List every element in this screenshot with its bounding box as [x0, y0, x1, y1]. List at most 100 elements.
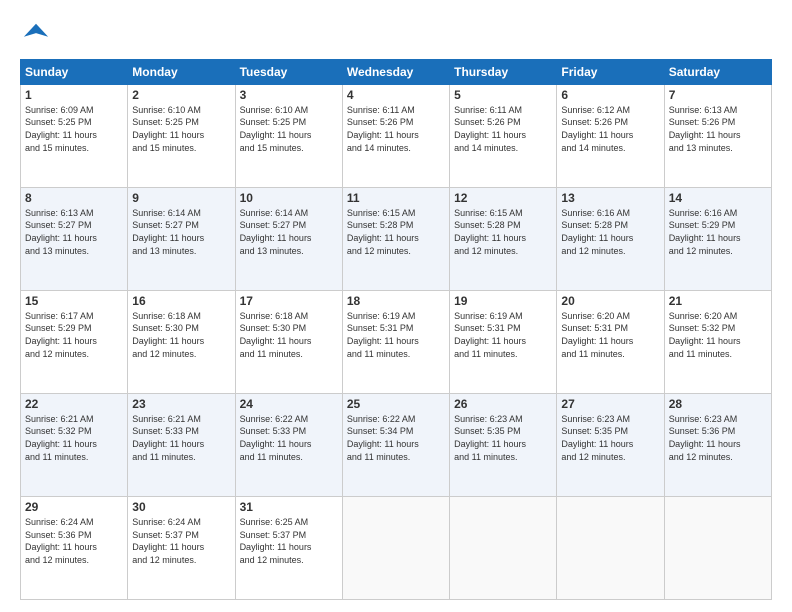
day-info: Sunrise: 6:18 AMSunset: 5:30 PMDaylight:… — [240, 310, 338, 360]
calendar-cell: 5 Sunrise: 6:11 AMSunset: 5:26 PMDaylight… — [450, 84, 557, 187]
day-info: Sunrise: 6:24 AMSunset: 5:37 PMDaylight:… — [132, 516, 230, 566]
day-info: Sunrise: 6:21 AMSunset: 5:32 PMDaylight:… — [25, 413, 123, 463]
calendar-cell: 2 Sunrise: 6:10 AMSunset: 5:25 PMDaylight… — [128, 84, 235, 187]
day-number: 23 — [132, 397, 230, 411]
calendar-cell: 7 Sunrise: 6:13 AMSunset: 5:26 PMDaylight… — [664, 84, 771, 187]
calendar-cell: 13Sunrise: 6:16 AMSunset: 5:28 PMDayligh… — [557, 187, 664, 290]
day-info: Sunrise: 6:16 AMSunset: 5:29 PMDaylight:… — [669, 207, 767, 257]
calendar-cell: 26 Sunrise: 6:23 AMSunset: 5:35 PMDayligh… — [450, 393, 557, 496]
day-number: 9 — [132, 191, 230, 205]
logo-bird-icon — [22, 20, 50, 48]
day-info: Sunrise: 6:17 AMSunset: 5:29 PMDaylight:… — [25, 310, 123, 360]
day-number: 12 — [454, 191, 552, 205]
calendar-day-header: Wednesday — [342, 59, 449, 84]
day-number: 31 — [240, 500, 338, 514]
calendar-cell: 24Sunrise: 6:22 AMSunset: 5:33 PMDayligh… — [235, 393, 342, 496]
day-number: 14 — [669, 191, 767, 205]
day-info: Sunrise: 6:23 AMSunset: 5:35 PMDaylight:… — [561, 413, 659, 463]
calendar-cell: 23Sunrise: 6:21 AMSunset: 5:33 PMDayligh… — [128, 393, 235, 496]
calendar-cell: 27 Sunrise: 6:23 AMSunset: 5:35 PMDayligh… — [557, 393, 664, 496]
calendar-header-row: SundayMondayTuesdayWednesdayThursdayFrid… — [21, 59, 772, 84]
day-info: Sunrise: 6:24 AMSunset: 5:36 PMDaylight:… — [25, 516, 123, 566]
calendar-cell: 1 Sunrise: 6:09 AMSunset: 5:25 PMDaylight… — [21, 84, 128, 187]
day-number: 10 — [240, 191, 338, 205]
day-number: 16 — [132, 294, 230, 308]
day-info: Sunrise: 6:20 AMSunset: 5:32 PMDaylight:… — [669, 310, 767, 360]
calendar-cell: 19 Sunrise: 6:19 AMSunset: 5:31 PMDayligh… — [450, 290, 557, 393]
day-info: Sunrise: 6:25 AMSunset: 5:37 PMDaylight:… — [240, 516, 338, 566]
calendar-day-header: Tuesday — [235, 59, 342, 84]
day-info: Sunrise: 6:13 AMSunset: 5:27 PMDaylight:… — [25, 207, 123, 257]
day-info: Sunrise: 6:14 AMSunset: 5:27 PMDaylight:… — [240, 207, 338, 257]
day-info: Sunrise: 6:13 AMSunset: 5:26 PMDaylight:… — [669, 104, 767, 154]
day-number: 19 — [454, 294, 552, 308]
day-number: 20 — [561, 294, 659, 308]
calendar-cell: 31 Sunrise: 6:25 AMSunset: 5:37 PMDayligh… — [235, 496, 342, 599]
day-number: 2 — [132, 88, 230, 102]
day-info: Sunrise: 6:11 AMSunset: 5:26 PMDaylight:… — [454, 104, 552, 154]
day-number: 30 — [132, 500, 230, 514]
day-info: Sunrise: 6:20 AMSunset: 5:31 PMDaylight:… — [561, 310, 659, 360]
day-number: 26 — [454, 397, 552, 411]
calendar-cell — [557, 496, 664, 599]
day-info: Sunrise: 6:23 AMSunset: 5:35 PMDaylight:… — [454, 413, 552, 463]
calendar-week-row: 29Sunrise: 6:24 AMSunset: 5:36 PMDayligh… — [21, 496, 772, 599]
calendar-cell — [664, 496, 771, 599]
calendar-cell: 15Sunrise: 6:17 AMSunset: 5:29 PMDayligh… — [21, 290, 128, 393]
calendar-cell: 14 Sunrise: 6:16 AMSunset: 5:29 PMDayligh… — [664, 187, 771, 290]
day-info: Sunrise: 6:14 AMSunset: 5:27 PMDaylight:… — [132, 207, 230, 257]
day-info: Sunrise: 6:09 AMSunset: 5:25 PMDaylight:… — [25, 104, 123, 154]
day-number: 21 — [669, 294, 767, 308]
day-number: 22 — [25, 397, 123, 411]
day-info: Sunrise: 6:23 AMSunset: 5:36 PMDaylight:… — [669, 413, 767, 463]
day-info: Sunrise: 6:11 AMSunset: 5:26 PMDaylight:… — [347, 104, 445, 154]
calendar-cell: 6Sunrise: 6:12 AMSunset: 5:26 PMDaylight… — [557, 84, 664, 187]
page: SundayMondayTuesdayWednesdayThursdayFrid… — [0, 0, 792, 612]
calendar-cell: 3Sunrise: 6:10 AMSunset: 5:25 PMDaylight… — [235, 84, 342, 187]
calendar-cell: 11 Sunrise: 6:15 AMSunset: 5:28 PMDayligh… — [342, 187, 449, 290]
calendar-cell: 22 Sunrise: 6:21 AMSunset: 5:32 PMDayligh… — [21, 393, 128, 496]
logo-text — [20, 20, 50, 53]
day-number: 5 — [454, 88, 552, 102]
calendar-cell: 25 Sunrise: 6:22 AMSunset: 5:34 PMDayligh… — [342, 393, 449, 496]
day-info: Sunrise: 6:19 AMSunset: 5:31 PMDaylight:… — [454, 310, 552, 360]
day-number: 17 — [240, 294, 338, 308]
logo — [20, 20, 50, 53]
calendar-cell: 30 Sunrise: 6:24 AMSunset: 5:37 PMDayligh… — [128, 496, 235, 599]
calendar-cell — [450, 496, 557, 599]
day-info: Sunrise: 6:22 AMSunset: 5:34 PMDaylight:… — [347, 413, 445, 463]
calendar-week-row: 1 Sunrise: 6:09 AMSunset: 5:25 PMDaylight… — [21, 84, 772, 187]
calendar-cell: 28 Sunrise: 6:23 AMSunset: 5:36 PMDayligh… — [664, 393, 771, 496]
day-number: 8 — [25, 191, 123, 205]
calendar-week-row: 22 Sunrise: 6:21 AMSunset: 5:32 PMDayligh… — [21, 393, 772, 496]
day-number: 25 — [347, 397, 445, 411]
day-number: 4 — [347, 88, 445, 102]
calendar-cell: 21 Sunrise: 6:20 AMSunset: 5:32 PMDayligh… — [664, 290, 771, 393]
day-number: 28 — [669, 397, 767, 411]
calendar-cell: 18Sunrise: 6:19 AMSunset: 5:31 PMDayligh… — [342, 290, 449, 393]
calendar-cell: 8 Sunrise: 6:13 AMSunset: 5:27 PMDaylight… — [21, 187, 128, 290]
day-info: Sunrise: 6:15 AMSunset: 5:28 PMDaylight:… — [347, 207, 445, 257]
day-info: Sunrise: 6:10 AMSunset: 5:25 PMDaylight:… — [240, 104, 338, 154]
day-info: Sunrise: 6:18 AMSunset: 5:30 PMDaylight:… — [132, 310, 230, 360]
day-number: 7 — [669, 88, 767, 102]
calendar-week-row: 15Sunrise: 6:17 AMSunset: 5:29 PMDayligh… — [21, 290, 772, 393]
calendar-cell: 20 Sunrise: 6:20 AMSunset: 5:31 PMDayligh… — [557, 290, 664, 393]
calendar-day-header: Monday — [128, 59, 235, 84]
day-number: 13 — [561, 191, 659, 205]
calendar-table: SundayMondayTuesdayWednesdayThursdayFrid… — [20, 59, 772, 600]
day-number: 27 — [561, 397, 659, 411]
calendar-cell: 10 Sunrise: 6:14 AMSunset: 5:27 PMDayligh… — [235, 187, 342, 290]
day-info: Sunrise: 6:15 AMSunset: 5:28 PMDaylight:… — [454, 207, 552, 257]
day-number: 24 — [240, 397, 338, 411]
calendar-day-header: Friday — [557, 59, 664, 84]
calendar-cell: 4 Sunrise: 6:11 AMSunset: 5:26 PMDaylight… — [342, 84, 449, 187]
day-number: 1 — [25, 88, 123, 102]
calendar-cell: 16 Sunrise: 6:18 AMSunset: 5:30 PMDayligh… — [128, 290, 235, 393]
calendar-cell — [342, 496, 449, 599]
day-info: Sunrise: 6:10 AMSunset: 5:25 PMDaylight:… — [132, 104, 230, 154]
calendar-week-row: 8 Sunrise: 6:13 AMSunset: 5:27 PMDaylight… — [21, 187, 772, 290]
day-number: 11 — [347, 191, 445, 205]
day-number: 6 — [561, 88, 659, 102]
day-number: 18 — [347, 294, 445, 308]
